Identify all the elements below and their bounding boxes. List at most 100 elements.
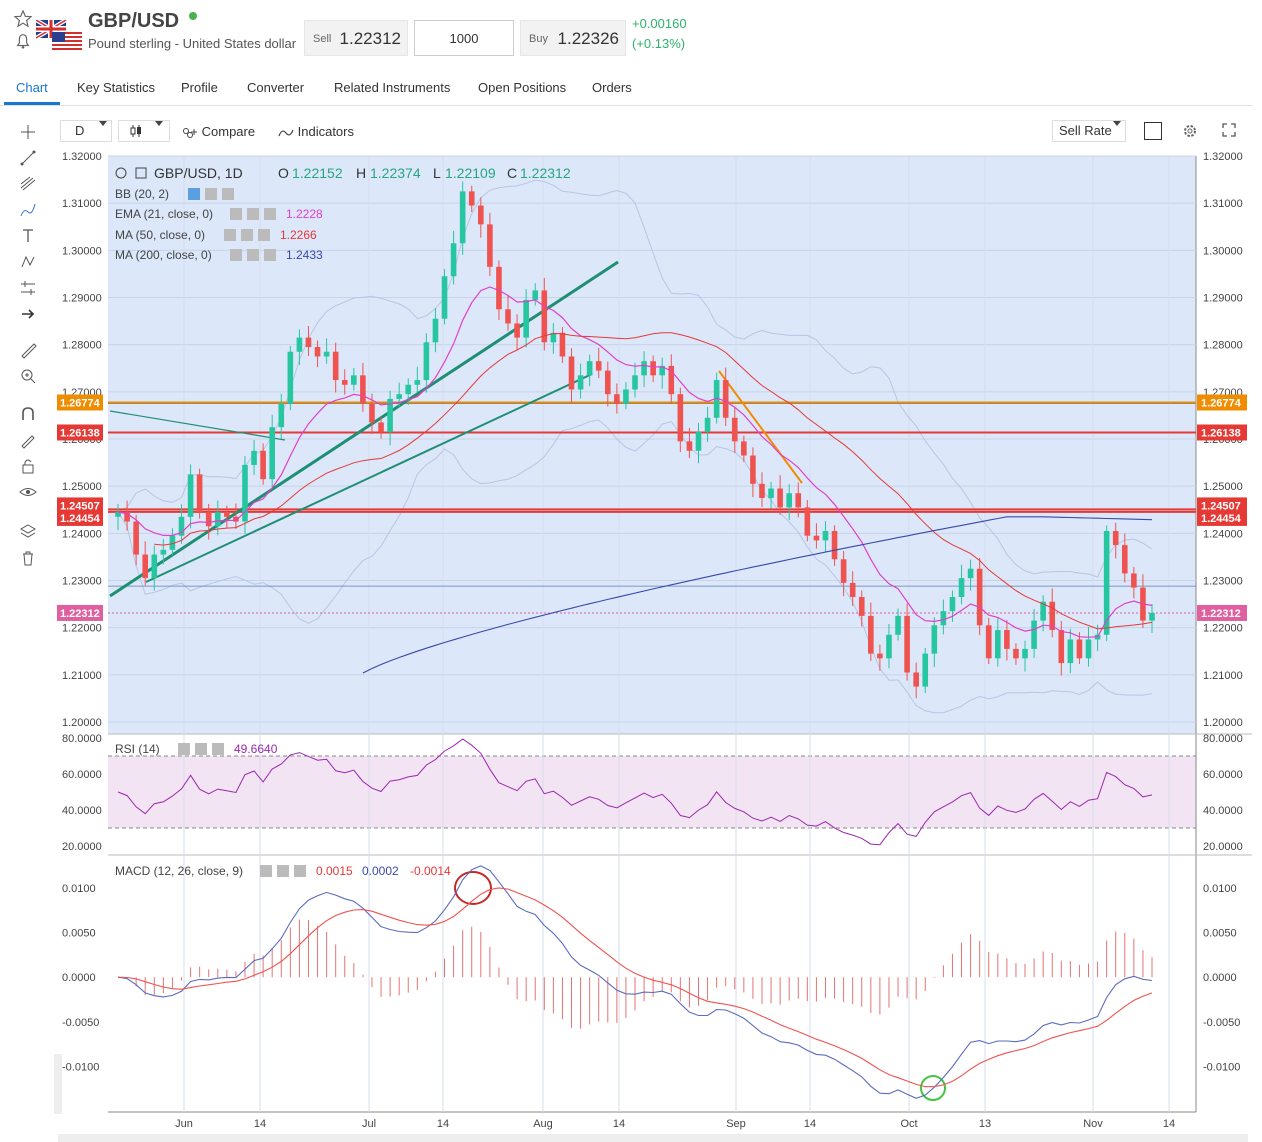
candle-body xyxy=(341,380,348,385)
macd-tick-label-left: -0.0100 xyxy=(62,1061,99,1073)
eye-icon[interactable] xyxy=(188,188,200,200)
gear-icon[interactable] xyxy=(195,743,207,755)
candle-body xyxy=(577,375,584,390)
price-level-value-left: 1.26774 xyxy=(60,397,101,409)
close-icon[interactable] xyxy=(222,188,234,200)
legend-low-label: L xyxy=(433,165,441,181)
rsi-tick-label-left: 40.0000 xyxy=(62,805,102,817)
x-tick-label: Sep xyxy=(726,1118,746,1130)
gear-icon[interactable] xyxy=(247,208,259,220)
candle-body xyxy=(196,474,203,513)
x-tick-label: 13 xyxy=(979,1118,991,1130)
candle-body xyxy=(886,634,892,659)
candle-body xyxy=(432,318,439,343)
price-level-value-right: 1.24454 xyxy=(1201,513,1242,525)
macd-tick-label-right: 0.0000 xyxy=(1203,972,1237,984)
y-tick-label-left: 1.30000 xyxy=(62,245,102,257)
eye-icon[interactable] xyxy=(224,229,236,241)
close-icon[interactable] xyxy=(212,743,224,755)
candle-body xyxy=(514,323,520,338)
candle-body xyxy=(768,488,774,498)
macd-value-3: -0.0014 xyxy=(410,864,451,878)
eye-icon[interactable] xyxy=(178,743,190,755)
candle-body xyxy=(931,625,938,654)
candle-body xyxy=(523,299,529,338)
legend-title: GBP/USD, 1D xyxy=(154,165,243,181)
candle-body xyxy=(205,512,212,527)
candle-body xyxy=(269,427,275,480)
close-icon[interactable] xyxy=(264,208,276,220)
close-icon[interactable] xyxy=(258,229,270,241)
candle-body xyxy=(1121,545,1128,574)
legend-open: 1.22152 xyxy=(292,165,343,181)
candle-body xyxy=(160,549,167,555)
y-tick-label-left: 1.24000 xyxy=(62,528,102,540)
x-tick-label: Jun xyxy=(175,1118,193,1130)
candle-body xyxy=(260,450,266,480)
candle-body xyxy=(1022,648,1028,659)
candle-body xyxy=(459,191,466,244)
candle-body xyxy=(759,483,765,498)
y-tick-label-left: 1.21000 xyxy=(62,670,102,682)
candle-body xyxy=(1131,573,1137,588)
gear-icon[interactable] xyxy=(247,249,259,261)
candle-body xyxy=(913,672,919,687)
time-scrollbar[interactable] xyxy=(58,1134,1248,1142)
chart-area[interactable]: 1.32000 1.32000 1.31000 1.31000 1.30000 1.300… xyxy=(0,0,1262,1142)
candle-body xyxy=(595,361,602,371)
rsi-tick-label-left: 80.0000 xyxy=(62,733,102,745)
gear-icon[interactable] xyxy=(205,188,217,200)
candle-body xyxy=(1112,530,1119,546)
y-tick-label-left: 1.23000 xyxy=(62,576,102,588)
candle-body xyxy=(187,474,194,517)
eye-icon[interactable] xyxy=(230,249,242,261)
close-icon[interactable] xyxy=(264,249,276,261)
eye-icon[interactable] xyxy=(260,865,272,877)
candle-body xyxy=(949,597,956,612)
eye-icon[interactable] xyxy=(230,208,242,220)
price-level-value-left: 1.26138 xyxy=(60,427,100,439)
candle-body xyxy=(877,653,883,659)
y-tick-label-right: 1.31000 xyxy=(1203,198,1243,210)
y-tick-label-right: 1.29000 xyxy=(1203,293,1243,305)
pane-scroll-handle[interactable] xyxy=(54,1054,62,1114)
gear-icon[interactable] xyxy=(277,865,289,877)
candle-body xyxy=(777,488,783,508)
price-level-value-left: 1.24454 xyxy=(60,513,101,525)
candle-body xyxy=(142,554,149,579)
x-tick-label: Oct xyxy=(900,1118,917,1130)
candle-body xyxy=(976,568,983,626)
macd-value-1: 0.0015 xyxy=(316,864,353,878)
ma50-legend: MA (50, close, 0) xyxy=(115,228,205,242)
macd-tick-label-right: -0.0100 xyxy=(1203,1061,1240,1073)
candle-body xyxy=(1149,613,1155,621)
y-tick-label-left: 1.20000 xyxy=(62,717,102,729)
candle-body xyxy=(378,422,384,432)
candle-body xyxy=(360,375,366,404)
candle-body xyxy=(1004,630,1010,649)
candle-body xyxy=(278,403,285,428)
candle-body xyxy=(423,342,430,381)
candle-body xyxy=(604,370,611,395)
candle-body xyxy=(741,441,747,456)
candle-body xyxy=(414,380,421,385)
candle-body xyxy=(650,361,656,376)
candle-body xyxy=(468,191,475,206)
candle-body xyxy=(532,290,539,300)
y-tick-label-right: 1.22000 xyxy=(1203,623,1243,635)
candle-body xyxy=(369,403,375,423)
candle-body xyxy=(704,417,711,432)
close-icon[interactable] xyxy=(294,865,306,877)
candle-body xyxy=(287,351,294,404)
candle-body xyxy=(731,417,738,442)
legend-open-label: O xyxy=(278,165,289,181)
legend-high: 1.22374 xyxy=(370,165,421,181)
ma50-value: 1.2266 xyxy=(280,228,317,242)
gear-icon[interactable] xyxy=(241,229,253,241)
candle-body xyxy=(441,276,448,319)
y-tick-label-left: 1.22000 xyxy=(62,623,102,635)
price-level-value-right: 1.26774 xyxy=(1201,397,1242,409)
x-tick-label: 14 xyxy=(254,1118,266,1130)
candle-body xyxy=(677,394,684,442)
y-tick-label-left: 1.32000 xyxy=(62,151,102,163)
